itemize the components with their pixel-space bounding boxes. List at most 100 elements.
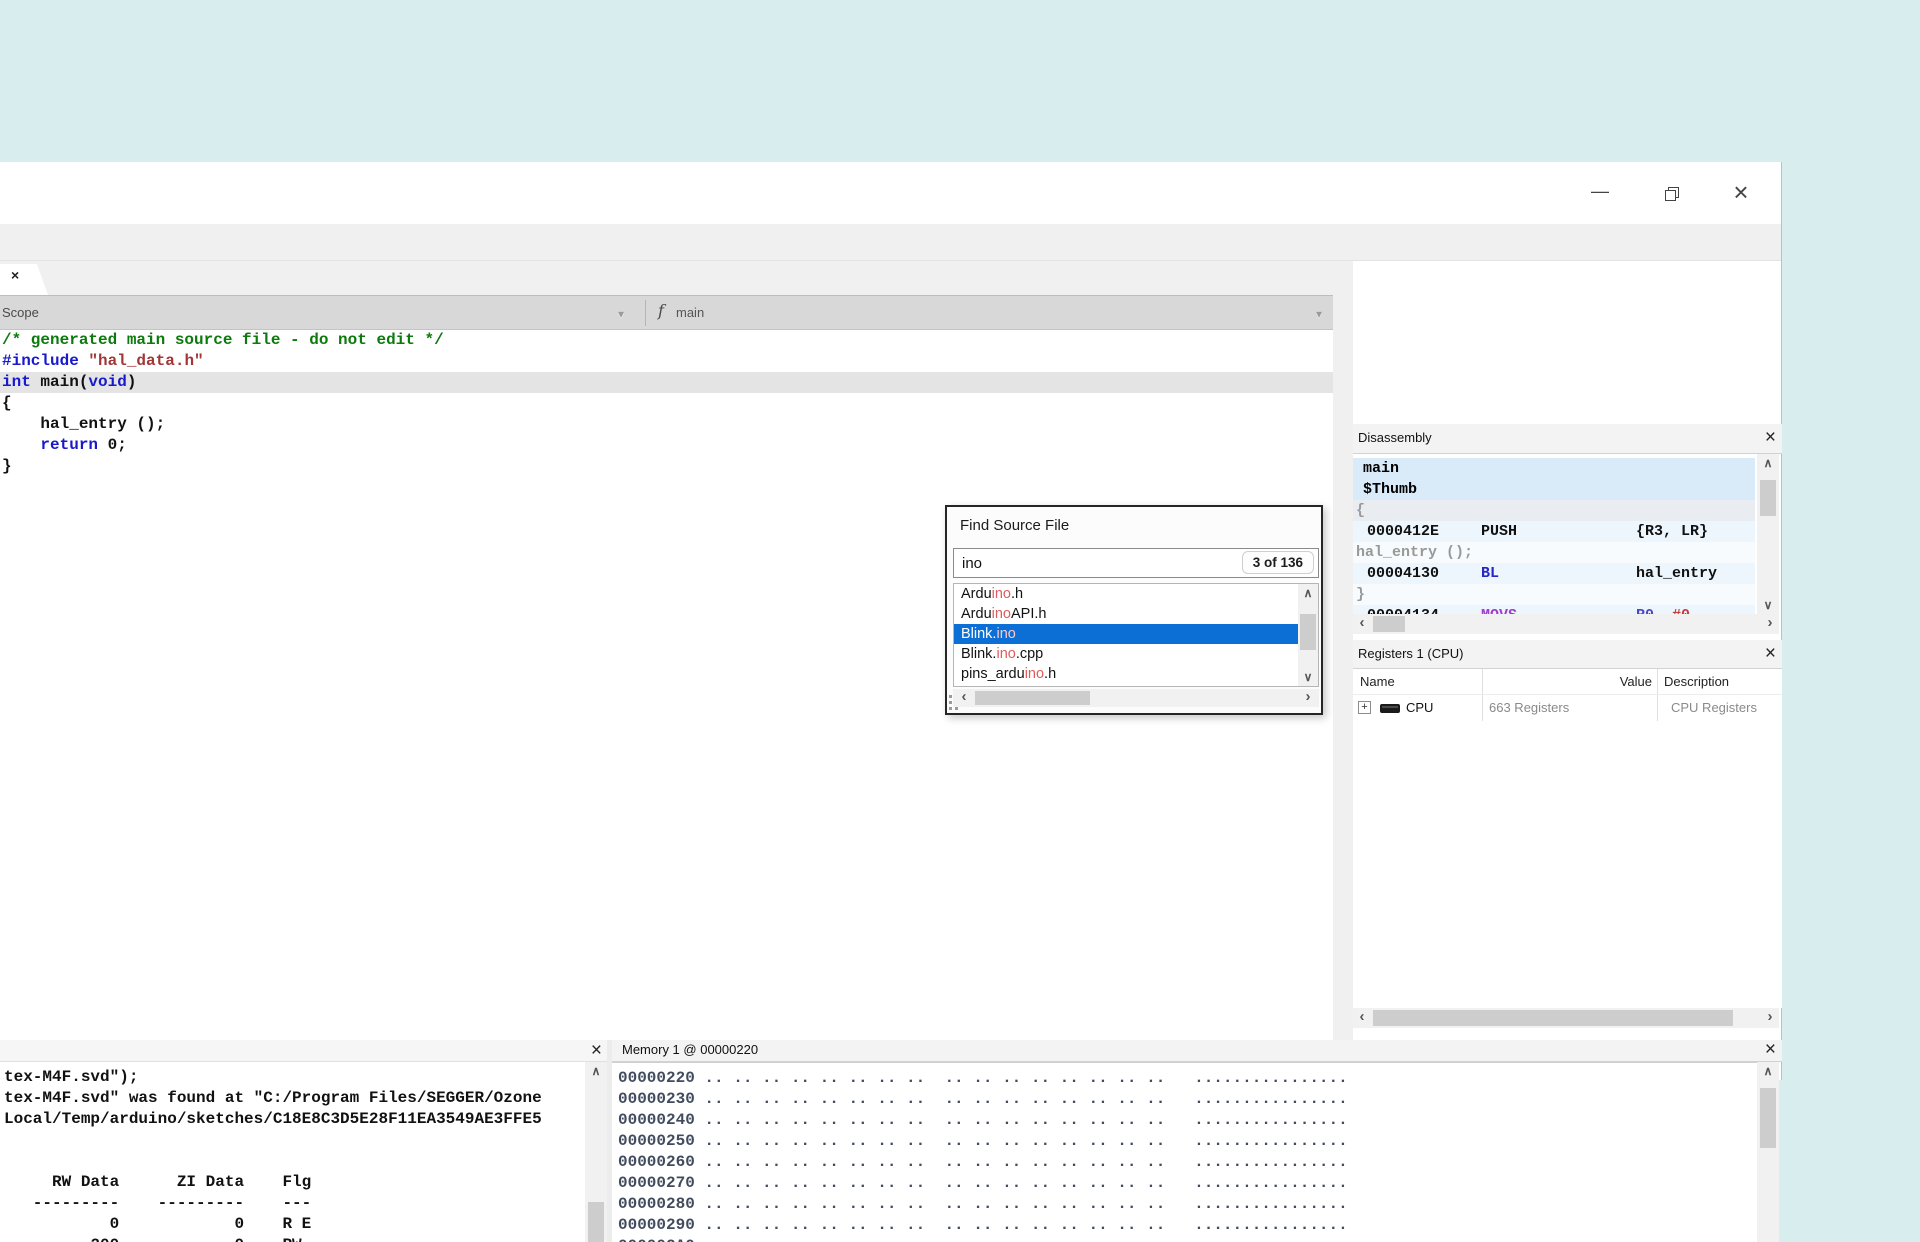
memory-vertical-scrollbar[interactable]: ∧ (1757, 1062, 1779, 1242)
disassembly-row[interactable]: 00004134MOVSR0, #0 (1353, 605, 1755, 614)
find-dialog-title: Find Source File (960, 517, 1069, 534)
scrollbar-thumb[interactable] (975, 691, 1090, 705)
close-button[interactable]: × (1718, 178, 1764, 208)
disassembly-row[interactable]: main (1353, 458, 1755, 479)
result-match-text: ino (996, 646, 1015, 662)
scroll-down-icon[interactable]: ∨ (1757, 596, 1779, 614)
disassembly-row[interactable]: $Thumb (1353, 479, 1755, 500)
scrollbar-thumb[interactable] (588, 1202, 604, 1242)
function-dropdown-icon[interactable]: ▾ (1316, 307, 1322, 321)
operand: #0 (1672, 607, 1690, 614)
find-result-item[interactable]: Blink.ino.cpp (954, 644, 1318, 664)
result-text: Ardu (961, 586, 992, 602)
scroll-right-icon[interactable]: › (1761, 614, 1779, 634)
find-result-item[interactable]: Blink.ino (954, 624, 1318, 644)
tab-close-icon[interactable]: × (11, 267, 19, 283)
column-header-name[interactable]: Name (1360, 674, 1395, 689)
instruction-operands: hal_entry (1636, 563, 1717, 584)
memory-row: 00000230 .. .. .. .. .. .. .. .. .. .. .… (618, 1089, 1757, 1110)
memory-row: 00000240 .. .. .. .. .. .. .. .. .. .. .… (618, 1110, 1757, 1131)
scrollbar-thumb[interactable] (1373, 616, 1405, 632)
disassembly-row[interactable]: } (1353, 584, 1755, 605)
console-panel[interactable]: tex-M4F.svd");tex-M4F.svd" was found at … (0, 1062, 585, 1242)
match-count-badge: 3 of 136 (1242, 551, 1314, 574)
scroll-up-icon[interactable]: ∧ (1757, 1062, 1779, 1080)
disassembly-horizontal-scrollbar[interactable]: ‹ › (1353, 614, 1779, 634)
register-value: 663 Registers (1489, 700, 1569, 715)
code-segment: int (2, 373, 40, 391)
scroll-up-icon[interactable]: ∧ (1297, 584, 1319, 602)
scrollbar-thumb[interactable] (1760, 1088, 1776, 1148)
disassembly-row[interactable]: hal_entry (); (1353, 542, 1755, 563)
minimize-button[interactable]: — (1577, 178, 1623, 208)
toolbar-strip (0, 224, 1781, 261)
result-match-text: ino (992, 586, 1011, 602)
scope-label: Scope (2, 305, 39, 320)
disassembly-title: Disassembly (1358, 430, 1432, 445)
operand: R0 (1636, 607, 1654, 614)
disassembly-vertical-scrollbar[interactable]: ∧ ∨ (1757, 454, 1779, 614)
restore-button[interactable] (1648, 178, 1694, 208)
console-line: tex-M4F.svd" was found at "C:/Program Fi… (4, 1088, 585, 1109)
disassembly-panel[interactable]: main$Thumb{0000412EPUSH{R3, LR}hal_entry… (1353, 454, 1755, 614)
code-line: return 0; (0, 435, 1333, 456)
column-header-description[interactable]: Description (1664, 674, 1729, 689)
scope-bar: Scope ▾ f main ▾ (0, 295, 1333, 330)
instruction-address: 0000412E (1367, 521, 1439, 542)
memory-row: 00000250 .. .. .. .. .. .. .. .. .. .. .… (618, 1131, 1757, 1152)
scrollbar-thumb[interactable] (1760, 480, 1776, 516)
memory-close-icon[interactable]: × (1765, 1039, 1776, 1061)
scroll-right-icon[interactable]: › (1761, 1008, 1779, 1028)
console-line: --------- --------- --- (4, 1193, 585, 1214)
memory-panel[interactable]: 00000220 .. .. .. .. .. .. .. .. .. .. .… (612, 1062, 1757, 1242)
instruction-operands: R0, #0 (1636, 605, 1690, 614)
console-line: 0 0 R E (4, 1214, 585, 1235)
vertical-splitter[interactable] (1333, 261, 1353, 1040)
disassembly-row[interactable]: 0000412EPUSH{R3, LR} (1353, 521, 1755, 542)
scroll-left-icon[interactable]: ‹ (1353, 614, 1371, 634)
code-segment (2, 436, 40, 454)
disassembly-close-icon[interactable]: × (1765, 427, 1776, 449)
operand: {R3, LR} (1636, 523, 1708, 540)
code-line: } (0, 456, 1333, 477)
operand: hal_entry (1636, 565, 1717, 582)
result-text: .h (1044, 666, 1056, 682)
register-row-cpu[interactable]: + CPU 663 Registers CPU Registers (1353, 695, 1782, 721)
console-close-icon[interactable]: × (591, 1040, 602, 1062)
console-titlebar: × (0, 1040, 612, 1062)
resize-grip[interactable] (949, 693, 961, 713)
find-search-input[interactable]: ino 3 of 136 (953, 548, 1319, 578)
code-line: int main(void) (0, 372, 1333, 393)
scroll-left-icon[interactable]: ‹ (1353, 1008, 1371, 1028)
scroll-right-icon[interactable]: › (1299, 688, 1317, 708)
results-vertical-scrollbar[interactable]: ∧ ∨ (1298, 584, 1318, 686)
disassembly-row[interactable]: 00004130BLhal_entry (1353, 563, 1755, 584)
find-results-list[interactable]: Arduino.hArduinoAPI.hBlink.inoBlink.ino.… (953, 583, 1319, 687)
console-vertical-scrollbar[interactable]: ∧ (585, 1062, 607, 1242)
code-segment: 0; (98, 436, 127, 454)
results-horizontal-scrollbar[interactable]: ‹ › (953, 689, 1319, 707)
find-result-item[interactable]: Arduino.h (954, 584, 1318, 604)
scrollbar-thumb[interactable] (1300, 614, 1316, 650)
window-titlebar: — × (0, 162, 1781, 224)
registers-close-icon[interactable]: × (1765, 643, 1776, 665)
disassembly-row[interactable]: { (1353, 500, 1755, 521)
scrollbar-thumb[interactable] (1373, 1010, 1733, 1026)
registers-header-row: Name Value Description (1353, 669, 1782, 695)
console-line (4, 1130, 585, 1151)
scope-dropdown-icon[interactable]: ▾ (618, 307, 624, 321)
find-result-item[interactable]: pins_arduino.h (954, 664, 1318, 684)
editor-tab[interactable] (0, 264, 48, 295)
column-header-value[interactable]: Value (1482, 674, 1652, 689)
scroll-down-icon[interactable]: ∨ (1297, 668, 1319, 686)
code-segment: main( (40, 373, 88, 391)
cpu-chip-icon (1380, 704, 1400, 713)
find-result-item[interactable]: ArduinoAPI.h (954, 604, 1318, 624)
registers-horizontal-scrollbar[interactable]: ‹ › (1353, 1008, 1779, 1028)
memory-row: 00000290 .. .. .. .. .. .. .. .. .. .. .… (618, 1215, 1757, 1236)
scroll-up-icon[interactable]: ∧ (585, 1062, 607, 1080)
expand-icon[interactable]: + (1358, 701, 1371, 714)
registers-titlebar: Registers 1 (CPU) × (1353, 640, 1782, 669)
disassembly-source-line: } (1356, 584, 1365, 605)
scroll-up-icon[interactable]: ∧ (1757, 454, 1779, 472)
